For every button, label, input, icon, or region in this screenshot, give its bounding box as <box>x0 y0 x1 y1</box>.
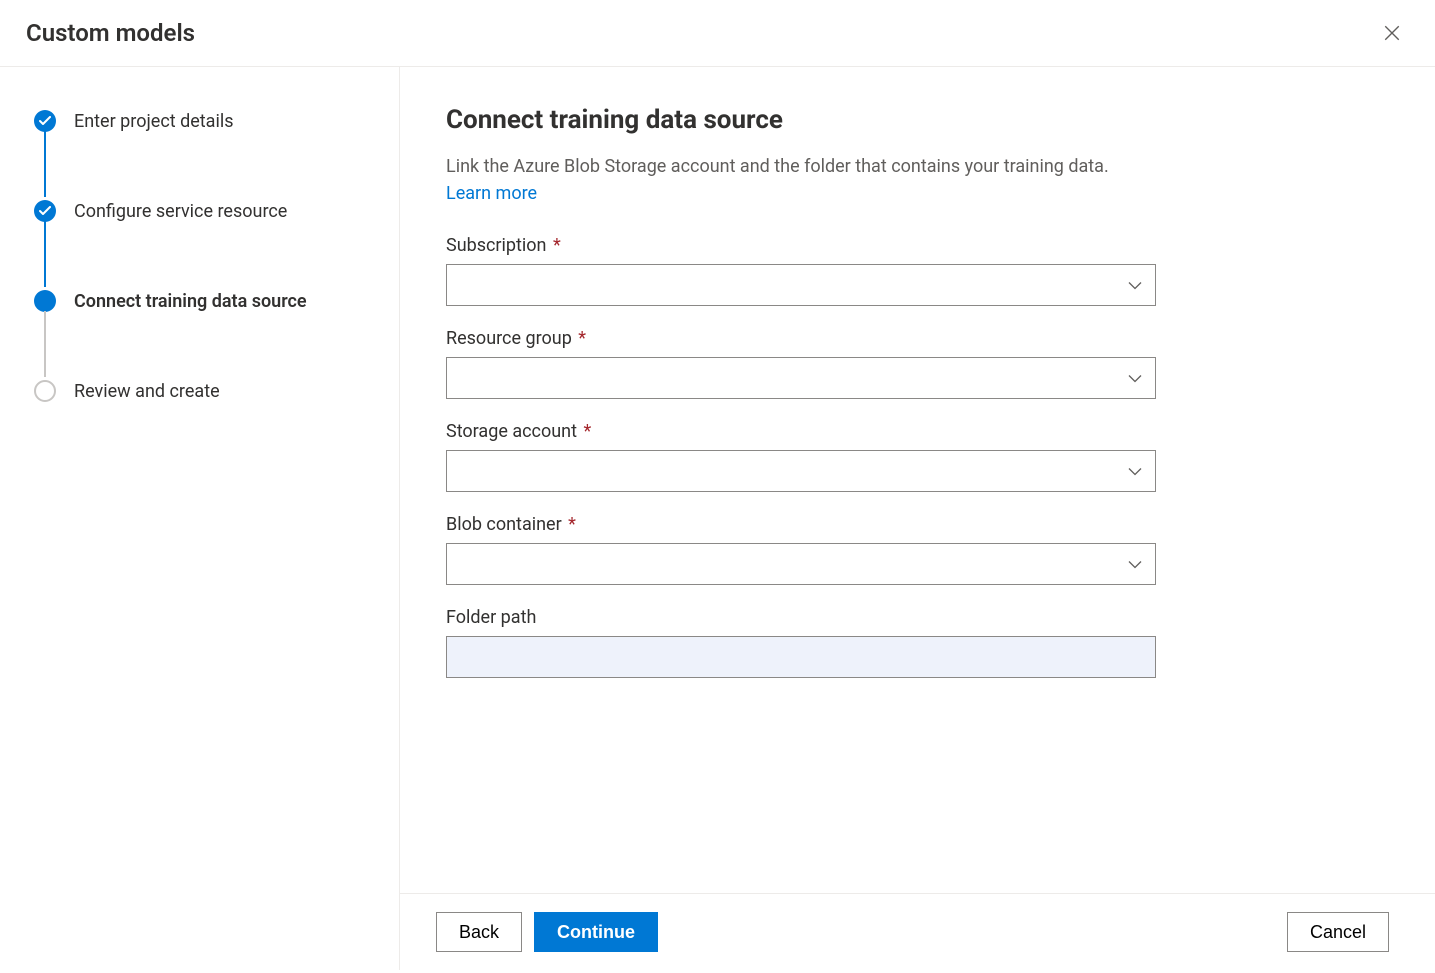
storage-account-label: Storage account * <box>446 421 1156 442</box>
field-blob-container: Blob container * <box>446 514 1156 585</box>
back-button[interactable]: Back <box>436 912 522 952</box>
folder-path-input[interactable] <box>446 636 1156 678</box>
resource-group-select[interactable] <box>446 357 1156 399</box>
step-connector <box>44 131 46 197</box>
close-button[interactable] <box>1377 18 1407 48</box>
select-value <box>446 450 1156 492</box>
wizard-footer: Back Continue Cancel <box>400 893 1435 970</box>
field-storage-account: Storage account * <box>446 421 1156 492</box>
field-folder-path: Folder path <box>446 607 1156 678</box>
select-value <box>446 543 1156 585</box>
main-panel: Connect training data source Link the Az… <box>400 67 1435 970</box>
required-asterisk: * <box>574 328 586 349</box>
select-value <box>446 264 1156 306</box>
form-area: Connect training data source Link the Az… <box>400 67 1435 893</box>
required-asterisk: * <box>564 514 576 535</box>
footer-left-group: Back Continue <box>436 912 658 952</box>
upcoming-step-icon <box>34 380 56 402</box>
subscription-label: Subscription * <box>446 235 1156 256</box>
step-label: Review and create <box>74 381 220 402</box>
step-label: Configure service resource <box>74 201 287 222</box>
storage-account-select[interactable] <box>446 450 1156 492</box>
label-text: Storage account <box>446 421 577 442</box>
required-asterisk: * <box>549 235 561 256</box>
check-icon <box>34 200 56 222</box>
field-resource-group: Resource group * <box>446 328 1156 399</box>
current-step-icon <box>34 290 56 312</box>
label-text: Blob container <box>446 514 562 535</box>
wizard-steps-nav: Enter project details Configure service … <box>0 67 400 970</box>
dialog-header: Custom models <box>0 0 1435 67</box>
form-title: Connect training data source <box>446 105 1389 135</box>
resource-group-label: Resource group * <box>446 328 1156 349</box>
field-subscription: Subscription * <box>446 235 1156 306</box>
step-connect-training-data-source[interactable]: Connect training data source <box>34 287 379 315</box>
page-title: Custom models <box>26 19 195 47</box>
subscription-select[interactable] <box>446 264 1156 306</box>
step-review-and-create[interactable]: Review and create <box>34 377 379 405</box>
select-value <box>446 357 1156 399</box>
step-connector <box>44 311 46 377</box>
continue-button[interactable]: Continue <box>534 912 658 952</box>
step-label: Connect training data source <box>74 291 307 312</box>
step-configure-service-resource[interactable]: Configure service resource <box>34 197 379 225</box>
folder-path-label: Folder path <box>446 607 1156 628</box>
form-description-text: Link the Azure Blob Storage account and … <box>446 156 1109 177</box>
form-description: Link the Azure Blob Storage account and … <box>446 153 1126 207</box>
blob-container-select[interactable] <box>446 543 1156 585</box>
close-icon <box>1383 24 1401 42</box>
cancel-button[interactable]: Cancel <box>1287 912 1389 952</box>
label-text: Subscription <box>446 235 547 256</box>
blob-container-label: Blob container * <box>446 514 1156 535</box>
step-enter-project-details[interactable]: Enter project details <box>34 107 379 135</box>
label-text: Folder path <box>446 607 536 628</box>
label-text: Resource group <box>446 328 572 349</box>
required-asterisk: * <box>579 421 591 442</box>
learn-more-link[interactable]: Learn more <box>446 183 537 204</box>
check-icon <box>34 110 56 132</box>
step-label: Enter project details <box>74 111 234 132</box>
step-connector <box>44 221 46 287</box>
